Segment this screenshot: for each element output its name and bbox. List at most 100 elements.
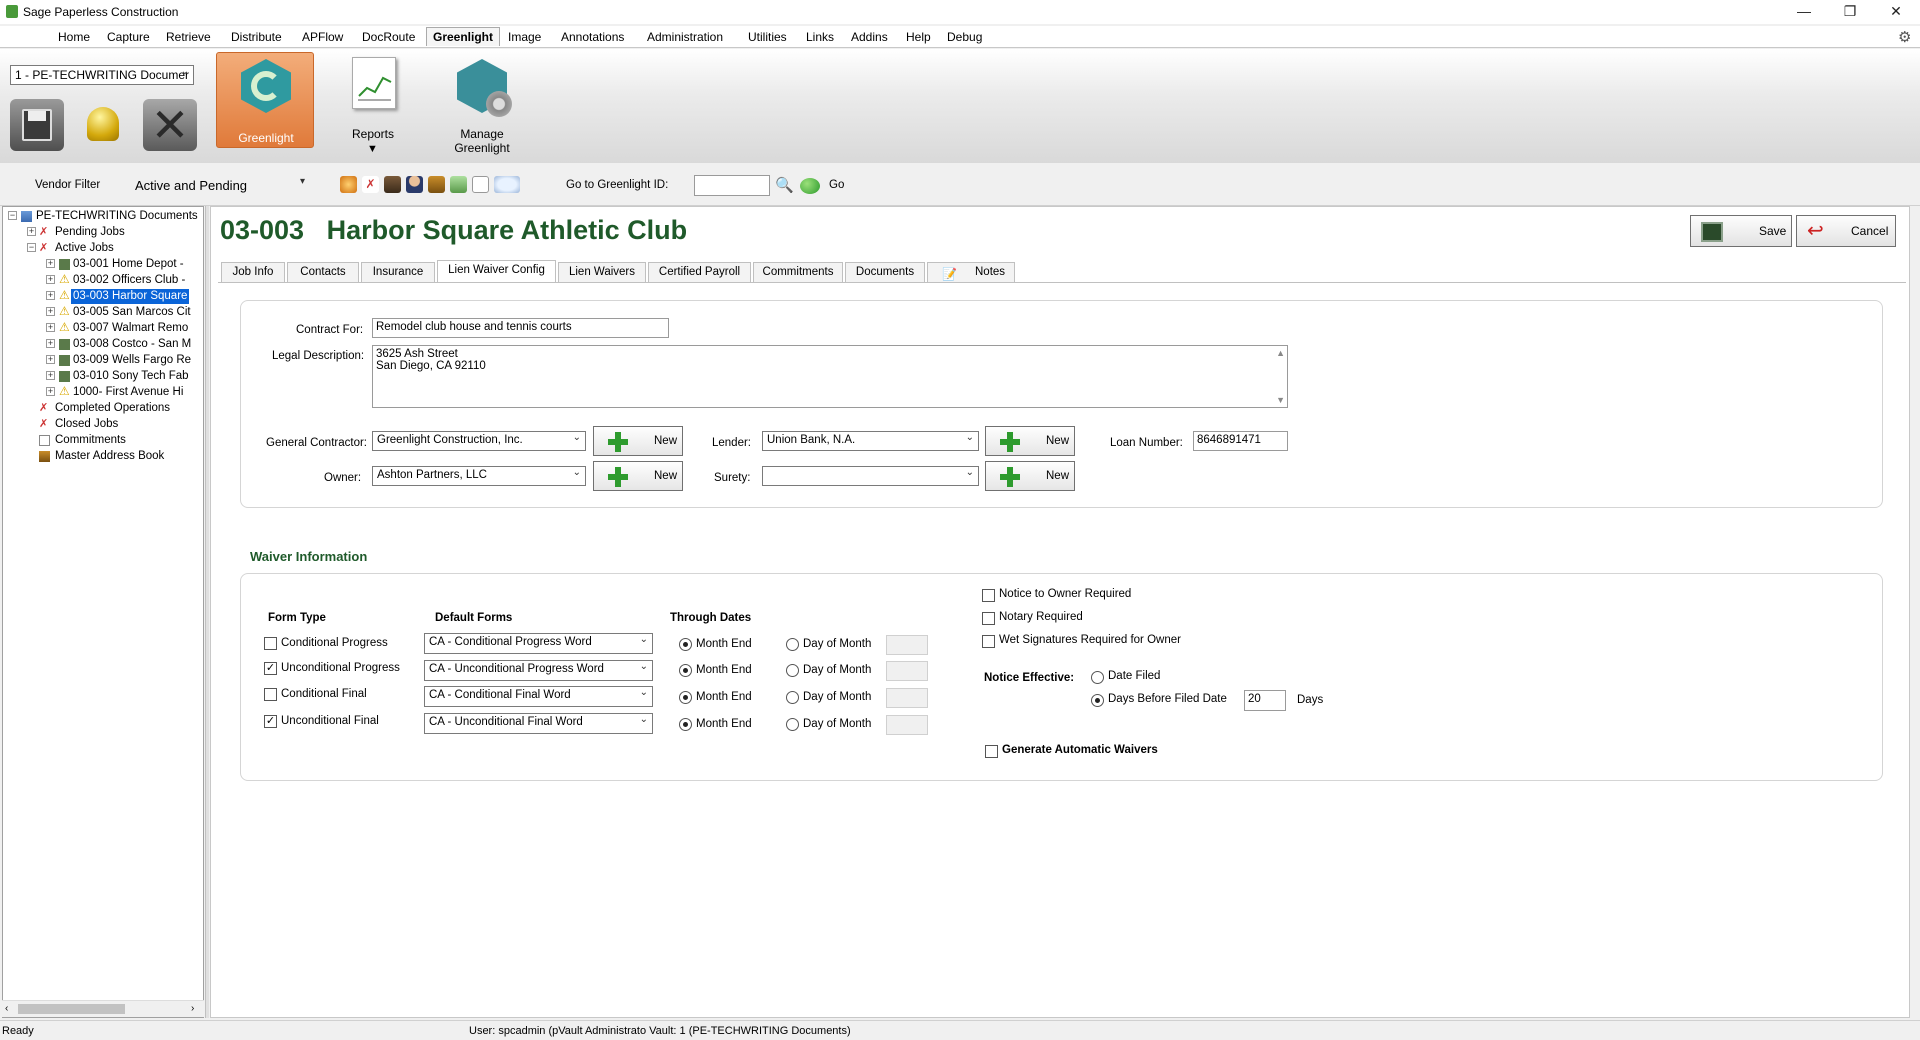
go-green-icon[interactable]: [800, 178, 820, 194]
tree-completed-operations[interactable]: Completed Operations: [55, 401, 170, 416]
menu-apflow[interactable]: APFlow: [298, 30, 347, 44]
generate-auto-waivers-checkbox[interactable]: [985, 745, 998, 758]
tab-job-info[interactable]: Job Info: [221, 262, 285, 282]
tab-commitments[interactable]: Commitments: [753, 262, 843, 282]
month-end-radio[interactable]: [679, 691, 692, 704]
tree-active-jobs[interactable]: Active Jobs: [55, 241, 114, 256]
day-of-month-radio[interactable]: [786, 718, 799, 731]
expand-pending-icon[interactable]: +: [27, 227, 36, 236]
scroll-right-icon[interactable]: ›: [191, 1003, 194, 1014]
expand-job-icon[interactable]: +: [46, 307, 55, 316]
menu-distribute[interactable]: Distribute: [227, 30, 286, 44]
bell-icon[interactable]: [76, 99, 130, 151]
owner-select[interactable]: Ashton Partners, LLC ⌄: [372, 466, 586, 486]
loan-number-input[interactable]: 8646891471: [1193, 431, 1288, 451]
settings-gear-icon[interactable]: ⚙: [1898, 28, 1911, 46]
tree-master-address-book[interactable]: Master Address Book: [55, 449, 164, 464]
document-green-icon[interactable]: [450, 176, 467, 193]
globe-icon[interactable]: [340, 176, 357, 193]
scroll-left-icon[interactable]: ‹: [5, 1003, 8, 1014]
expand-job-icon[interactable]: +: [46, 291, 55, 300]
collapse-active-icon[interactable]: −: [27, 243, 36, 252]
tree-job-item[interactable]: 03-002 Officers Club -: [73, 273, 185, 288]
vehicle-icon[interactable]: [384, 176, 401, 193]
cloud-icon[interactable]: [494, 176, 520, 193]
tree-job-item[interactable]: 03-007 Walmart Remo: [73, 321, 188, 336]
tab-lien-waivers[interactable]: Lien Waivers: [558, 262, 646, 282]
tree-root[interactable]: PE-TECHWRITING Documents: [36, 209, 198, 224]
menu-image[interactable]: Image: [504, 30, 545, 44]
month-end-radio[interactable]: [679, 664, 692, 677]
tree-job-item[interactable]: 03-001 Home Depot -: [73, 257, 184, 272]
days-before-filed-radio[interactable]: [1091, 694, 1104, 707]
default-form-select[interactable]: CA - Unconditional Progress Word ⌄: [424, 660, 653, 681]
vendor-filter-select[interactable]: Active and Pending ▾: [130, 175, 310, 196]
tree-job-item[interactable]: 1000- First Avenue Hi: [73, 385, 183, 400]
tree-job-item[interactable]: 03-005 San Marcos Cit: [73, 305, 191, 320]
menu-administration[interactable]: Administration: [643, 30, 727, 44]
notice-to-owner-checkbox[interactable]: [982, 589, 995, 602]
close-button[interactable]: ✕: [1873, 0, 1919, 24]
wet-signatures-checkbox[interactable]: [982, 635, 995, 648]
day-of-month-radio[interactable]: [786, 691, 799, 704]
unconditional-progress-checkbox[interactable]: ✓: [264, 662, 277, 675]
menu-home[interactable]: Home: [54, 30, 94, 44]
reports-button[interactable]: Reports ▼: [340, 57, 406, 155]
tab-lien-waiver-config[interactable]: Lien Waiver Config: [437, 260, 556, 283]
tree-job-item-selected[interactable]: 03-003 Harbor Square: [71, 289, 190, 304]
date-filed-radio[interactable]: [1091, 671, 1104, 684]
surety-select[interactable]: ⌄: [762, 466, 979, 486]
conditional-final-checkbox[interactable]: [264, 688, 277, 701]
days-input[interactable]: 20: [1244, 690, 1286, 711]
default-form-select[interactable]: CA - Unconditional Final Word ⌄: [424, 713, 653, 734]
tree-job-item[interactable]: 03-008 Costco - San M: [73, 337, 191, 352]
lender-select[interactable]: Union Bank, N.A. ⌄: [762, 431, 979, 451]
restore-button[interactable]: ❐: [1827, 0, 1873, 24]
search-icon[interactable]: 🔍: [775, 176, 794, 194]
default-form-select[interactable]: CA - Conditional Progress Word ⌄: [424, 633, 653, 654]
tab-contacts[interactable]: Contacts: [287, 262, 359, 282]
address-book-icon[interactable]: [428, 176, 445, 193]
menu-retrieve[interactable]: Retrieve: [162, 30, 215, 44]
menu-addins[interactable]: Addins: [847, 30, 892, 44]
manage-greenlight-button[interactable]: Manage Greenlight: [432, 57, 532, 155]
menu-annotations[interactable]: Annotations: [557, 30, 628, 44]
vault-select[interactable]: 1 - PE-TECHWRITING Documer ⌄: [10, 65, 194, 85]
pane-splitter[interactable]: [205, 206, 209, 1018]
tree-job-item[interactable]: 03-010 Sony Tech Fab: [73, 369, 189, 384]
red-status-icon[interactable]: ✗: [362, 176, 379, 193]
contract-for-input[interactable]: Remodel club house and tennis courts: [372, 318, 669, 338]
menu-docroute[interactable]: DocRoute: [358, 30, 419, 44]
menu-utilities[interactable]: Utilities: [744, 30, 791, 44]
default-form-select[interactable]: CA - Conditional Final Word ⌄: [424, 686, 653, 707]
legal-description-textarea[interactable]: 3625 Ash Street San Diego, CA 92110 ▲ ▼: [372, 345, 1288, 408]
day-of-month-radio[interactable]: [786, 638, 799, 651]
menu-greenlight[interactable]: Greenlight: [426, 27, 501, 46]
menu-capture[interactable]: Capture: [103, 30, 154, 44]
month-end-radio[interactable]: [679, 718, 692, 731]
close-x-icon[interactable]: ✕: [143, 99, 197, 151]
menu-links[interactable]: Links: [802, 30, 838, 44]
goto-greenlight-input[interactable]: [694, 175, 770, 196]
tab-documents[interactable]: Documents: [845, 262, 925, 282]
expand-job-icon[interactable]: +: [46, 275, 55, 284]
scroll-thumb[interactable]: [18, 1004, 125, 1014]
person-icon[interactable]: [406, 176, 423, 193]
unconditional-final-checkbox[interactable]: ✓: [264, 715, 277, 728]
expand-job-icon[interactable]: +: [46, 339, 55, 348]
notepad-icon[interactable]: [472, 176, 489, 193]
notary-required-checkbox[interactable]: [982, 612, 995, 625]
cancel-button[interactable]: ↩ Cancel: [1796, 215, 1896, 247]
month-end-radio[interactable]: [679, 638, 692, 651]
greenlight-button[interactable]: Greenlight: [216, 52, 314, 148]
menu-help[interactable]: Help: [902, 30, 935, 44]
expand-job-icon[interactable]: +: [46, 323, 55, 332]
tab-notes[interactable]: 📝 Notes: [927, 262, 1015, 282]
expand-job-icon[interactable]: +: [46, 355, 55, 364]
scroll-down-icon[interactable]: ▼: [1276, 395, 1285, 405]
go-button[interactable]: Go: [829, 179, 844, 191]
expand-job-icon[interactable]: +: [46, 387, 55, 396]
general-contractor-select[interactable]: Greenlight Construction, Inc. ⌄: [372, 431, 586, 451]
conditional-progress-checkbox[interactable]: [264, 637, 277, 650]
scroll-up-icon[interactable]: ▲: [1276, 348, 1285, 358]
